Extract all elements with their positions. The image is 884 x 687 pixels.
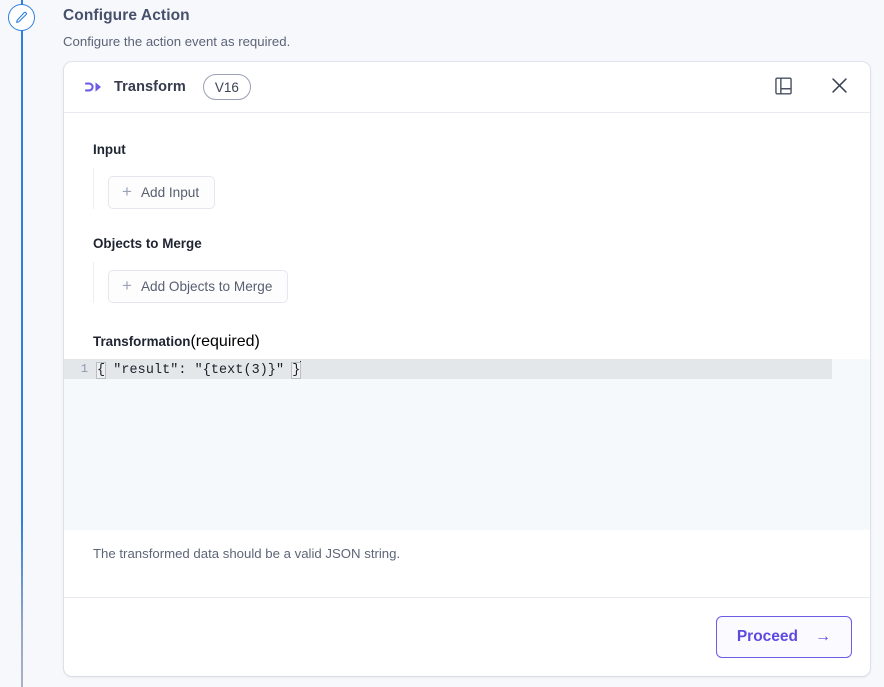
workflow-step-rail (0, 0, 44, 687)
plus-icon: + (122, 182, 132, 201)
add-objects-to-merge-label: Add Objects to Merge (140, 279, 273, 294)
input-label: Input (93, 142, 126, 157)
code-open-brace: { (95, 361, 107, 379)
line-number: 1 (80, 362, 88, 376)
transformation-label-row: Transformation(required) (64, 333, 870, 351)
close-icon (830, 76, 849, 98)
card-header: Transform V16 (64, 62, 870, 113)
rail-connector-line (21, 0, 23, 687)
input-indent-guide: + Add Input (93, 168, 841, 209)
code-middle: "result": "{text(3)}" (105, 362, 293, 378)
card-footer: Proceed → (64, 597, 870, 676)
transformation-code-editor[interactable]: 1 { "result": "{text(3)}" } (64, 359, 870, 530)
add-objects-to-merge-button[interactable]: + Add Objects to Merge (108, 270, 289, 303)
page-title: Configure Action (63, 7, 190, 24)
card-body: Input + Add Input Objects to Merge + Add… (64, 113, 870, 597)
text-caret (300, 360, 302, 376)
objects-to-merge-indent-guide: + Add Objects to Merge (93, 262, 841, 303)
notebook-panel-button[interactable] (770, 74, 796, 100)
transformation-required-note: (required) (190, 333, 260, 350)
code-line-row: 1 { "result": "{text(3)}" } (64, 359, 870, 379)
step-edit-node[interactable] (8, 4, 35, 31)
header-actions (770, 74, 852, 100)
arrow-right-icon: → (815, 628, 831, 645)
code-close-brace: } (291, 361, 302, 379)
action-card: Transform V16 Input + Add Input Objects … (64, 62, 870, 676)
version-badge: V16 (202, 74, 251, 100)
notebook-panel-icon (774, 76, 792, 98)
add-input-button[interactable]: + Add Input (108, 176, 216, 209)
transformation-field-block: Transformation(required) 1 { "result": "… (64, 333, 870, 561)
pencil-icon (15, 11, 28, 24)
plus-icon: + (122, 276, 132, 295)
transformation-helper-text: The transformed data should be a valid J… (93, 546, 401, 561)
proceed-button[interactable]: Proceed → (715, 616, 852, 658)
objects-to-merge-field-block: Objects to Merge + Add Objects to Merge (64, 235, 870, 303)
close-button[interactable] (826, 74, 852, 100)
proceed-label: Proceed (736, 628, 798, 645)
page-heading: Configure Action Configure the action ev… (63, 5, 863, 50)
page-subtitle: Configure the action event as required. (63, 34, 291, 49)
objects-to-merge-label: Objects to Merge (93, 236, 202, 251)
card-title: Transform (114, 79, 186, 95)
input-field-block: Input + Add Input (64, 141, 870, 209)
transformation-label: Transformation (93, 334, 191, 349)
add-input-label: Add Input (140, 185, 200, 200)
code-text[interactable]: { "result": "{text(3)}" } (95, 360, 302, 379)
transform-icon (83, 77, 103, 97)
